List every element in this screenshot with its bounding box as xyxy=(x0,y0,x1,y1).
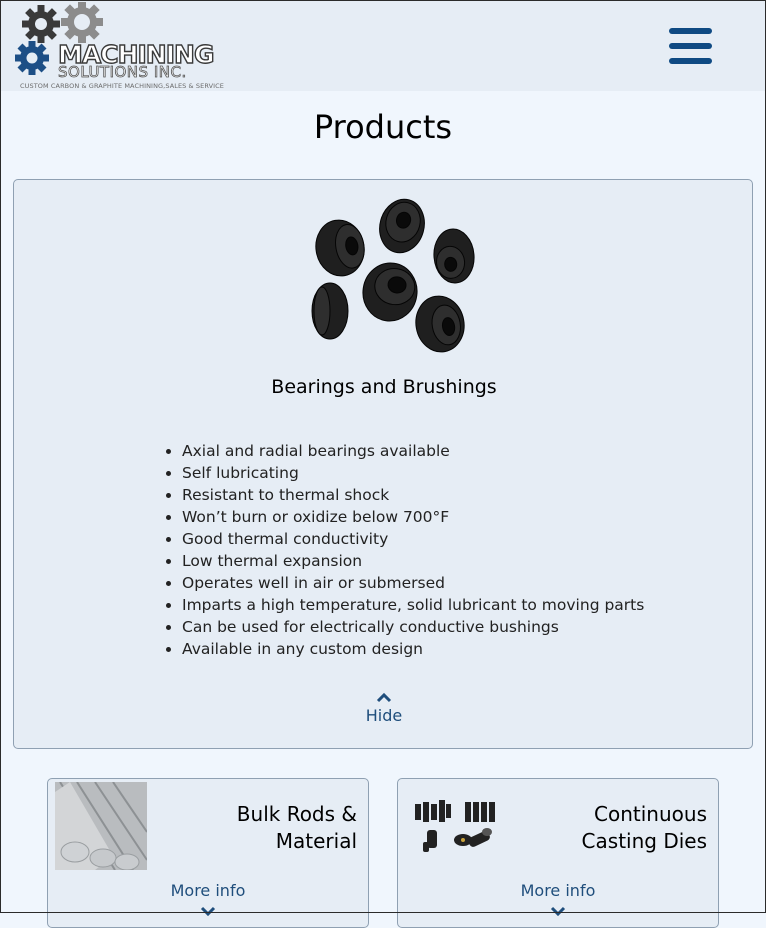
chevron-up-icon xyxy=(376,692,392,703)
logo-tagline: CUSTOM CARBON & GRAPHITE MACHINING,SALES… xyxy=(20,82,224,90)
product-name-line1: Continuous xyxy=(594,802,707,826)
more-info-label: More info xyxy=(170,881,246,900)
feature-item: Imparts a high temperature, solid lubric… xyxy=(182,594,644,616)
feature-item: Can be used for electrically conductive … xyxy=(182,616,644,638)
product-card-bulk-rods[interactable]: Bulk Rods & Material More info xyxy=(47,778,369,928)
product-name-line1: Bulk Rods & xyxy=(236,802,357,826)
product-name-line2: Material xyxy=(275,829,357,853)
feature-item: Available in any custom design xyxy=(182,638,644,660)
hide-label: Hide xyxy=(365,706,403,725)
more-info-label: More info xyxy=(520,881,596,900)
feature-item: Self lubricating xyxy=(182,462,644,484)
logo-subtitle: SOLUTIONS INC. xyxy=(58,63,187,82)
product-title: Bearings and Brushings xyxy=(271,376,497,398)
page-title: Products xyxy=(313,108,453,146)
hamburger-bar xyxy=(669,58,712,64)
more-info-link[interactable]: More info xyxy=(398,881,718,916)
chevron-down-icon xyxy=(200,906,216,916)
feature-item: Axial and radial bearings available xyxy=(182,440,644,462)
graphite-bushings-photo xyxy=(311,198,475,353)
product-name-line2: Casting Dies xyxy=(581,829,707,853)
hamburger-menu-button[interactable] xyxy=(669,28,712,64)
feature-item: Operates well in air or submersed xyxy=(182,572,644,594)
feature-list: Axial and radial bearings available Self… xyxy=(182,440,644,660)
hamburger-icon xyxy=(669,28,712,34)
company-logo[interactable]: MACHINING SOLUTIONS INC. CUSTOM CARBON &… xyxy=(14,2,250,92)
more-info-link[interactable]: More info xyxy=(48,881,368,916)
hide-toggle-button[interactable]: Hide xyxy=(334,690,434,725)
feature-item: Good thermal conductivity xyxy=(182,528,644,550)
feature-item: Resistant to thermal shock xyxy=(182,484,644,506)
casting-dies-photo xyxy=(405,782,497,870)
product-name: Continuous Casting Dies xyxy=(517,801,707,855)
feature-item: Low thermal expansion xyxy=(182,550,644,572)
product-card-expanded: Bearings and Brushings Axial and radial … xyxy=(13,179,753,749)
feature-item: Won’t burn or oxidize below 700°F xyxy=(182,506,644,528)
hamburger-bar xyxy=(669,43,712,49)
product-card-casting-dies[interactable]: Continuous Casting Dies More info xyxy=(397,778,719,928)
graphite-rods-photo xyxy=(55,782,147,870)
chevron-down-icon xyxy=(550,906,566,916)
site-header: MACHINING SOLUTIONS INC. CUSTOM CARBON &… xyxy=(0,0,766,91)
product-name: Bulk Rods & Material xyxy=(167,801,357,855)
